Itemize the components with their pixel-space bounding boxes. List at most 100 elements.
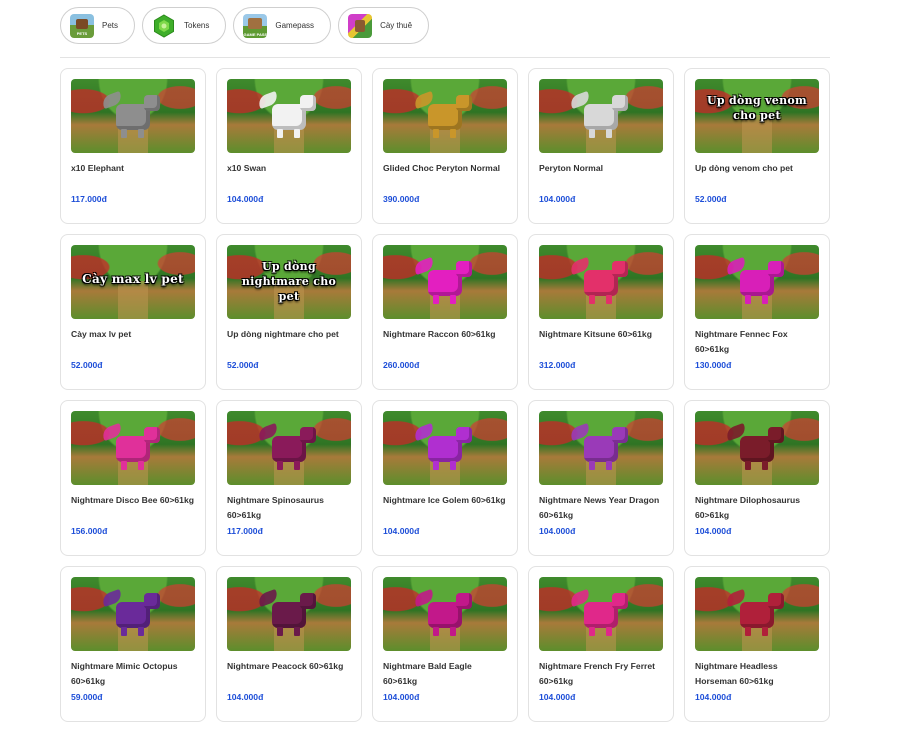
divider — [60, 57, 830, 58]
product-name[interactable]: Nightmare Mimic Octopus 60>61kg — [71, 659, 195, 689]
product-card[interactable]: Nightmare Mimic Octopus 60>61kg 59.000đ — [60, 566, 206, 722]
product-image — [539, 245, 663, 319]
product-banner-text: Up dòng nightmare cho pet — [241, 260, 337, 303]
product-price: 104.000đ — [539, 692, 576, 702]
tab-label: Cày thuê — [380, 21, 413, 30]
product-price: 104.000đ — [539, 194, 576, 204]
product-card[interactable]: Nightmare Spinosaurus 60>61kg 117.000đ — [216, 400, 362, 556]
product-price: 104.000đ — [695, 692, 732, 702]
gamepass-thumb-icon: GAME PASS — [243, 13, 268, 38]
pet-figure — [100, 423, 160, 471]
product-image: Up dòng venom cho pet — [695, 79, 819, 153]
product-card[interactable]: Nightmare News Year Dragon 60>61kg 104.00… — [528, 400, 674, 556]
pets-thumb-icon: PETS — [70, 13, 94, 38]
pet-figure — [256, 423, 316, 471]
product-price: 104.000đ — [695, 526, 732, 536]
product-name[interactable]: Peryton Normal — [539, 161, 663, 191]
product-image — [383, 411, 507, 485]
tab-tokens[interactable]: Tokens — [142, 7, 227, 44]
tab-cay-thue[interactable]: Cày thuê — [338, 7, 430, 44]
product-name[interactable]: Nightmare Fennec Fox 60>61kg — [695, 327, 819, 357]
tab-pets[interactable]: PETS Pets — [60, 7, 136, 44]
product-card[interactable]: Nightmare French Fry Ferret 60>61kg 104.0… — [528, 566, 674, 722]
product-card[interactable]: Nightmare Kitsune 60>61kg 312.000đ — [528, 234, 674, 390]
product-card[interactable]: Nightmare Headless Horseman 60>61kg 104.0… — [684, 566, 830, 722]
product-banner-text: Up dòng venom cho pet — [707, 94, 807, 122]
tab-label: Tokens — [184, 21, 210, 30]
product-image — [227, 411, 351, 485]
product-name[interactable]: Nightmare French Fry Ferret 60>61kg — [539, 659, 663, 689]
product-name[interactable]: Up dòng nightmare cho pet — [227, 327, 351, 357]
product-card[interactable]: Glided Choc Peryton Normal 390.000đ — [372, 68, 518, 224]
product-name[interactable]: Cày max lv pet — [71, 327, 195, 357]
product-price: 130.000đ — [695, 360, 732, 370]
product-card[interactable]: Peryton Normal 104.000đ — [528, 68, 674, 224]
product-name[interactable]: Nightmare Dilophosaurus 60>61kg — [695, 493, 819, 523]
product-image — [539, 411, 663, 485]
product-price: 104.000đ — [227, 692, 264, 702]
tab-gamepass[interactable]: GAME PASS Gamepass — [233, 7, 332, 44]
product-name[interactable]: Nightmare News Year Dragon 60>61kg — [539, 493, 663, 523]
product-name[interactable]: Nightmare Peacock 60>61kg — [227, 659, 351, 689]
product-image — [71, 79, 195, 153]
category-tabs: PETS Pets Tokens GAME PASS Gamepass Cày … — [60, 7, 430, 44]
product-image — [383, 79, 507, 153]
product-image — [695, 411, 819, 485]
product-card[interactable]: Nightmare Dilophosaurus 60>61kg 104.000đ — [684, 400, 830, 556]
product-name[interactable]: Nightmare Disco Bee 60>61kg — [71, 493, 195, 523]
product-image — [383, 577, 507, 651]
product-name[interactable]: x10 Swan — [227, 161, 351, 191]
pet-figure — [724, 423, 784, 471]
product-card[interactable]: Nightmare Disco Bee 60>61kg 156.000đ — [60, 400, 206, 556]
product-price: 59.000đ — [71, 692, 103, 702]
product-name[interactable]: x10 Elephant — [71, 161, 195, 191]
product-name[interactable]: Nightmare Kitsune 60>61kg — [539, 327, 663, 357]
product-name[interactable]: Nightmare Bald Eagle 60>61kg — [383, 659, 507, 689]
product-price: 104.000đ — [383, 526, 420, 536]
product-name[interactable]: Nightmare Spinosaurus 60>61kg — [227, 493, 351, 523]
pet-figure — [568, 257, 628, 305]
cay-thue-thumb-icon — [348, 13, 373, 38]
product-image: Up dòng nightmare cho pet — [227, 245, 351, 319]
product-name[interactable]: Nightmare Ice Golem 60>61kg — [383, 493, 507, 523]
product-price: 52.000đ — [695, 194, 727, 204]
pet-figure — [100, 91, 160, 139]
product-price: 52.000đ — [71, 360, 103, 370]
product-name[interactable]: Nightmare Raccon 60>61kg — [383, 327, 507, 357]
product-price: 52.000đ — [227, 360, 259, 370]
product-price: 312.000đ — [539, 360, 576, 370]
product-card[interactable]: Nightmare Ice Golem 60>61kg 104.000đ — [372, 400, 518, 556]
product-card[interactable]: Up dòng venom cho pet Up dòng venom cho p… — [684, 68, 830, 224]
product-price: 156.000đ — [71, 526, 108, 536]
product-price: 117.000đ — [227, 526, 263, 536]
product-image — [383, 245, 507, 319]
product-image — [695, 577, 819, 651]
product-name[interactable]: Glided Choc Peryton Normal — [383, 161, 507, 191]
product-image — [539, 577, 663, 651]
product-card[interactable]: Cày max lv pet Cày max lv pet 52.000đ — [60, 234, 206, 390]
product-card[interactable]: Nightmare Bald Eagle 60>61kg 104.000đ — [372, 566, 518, 722]
pet-figure — [412, 257, 472, 305]
pet-figure — [568, 589, 628, 637]
product-image — [695, 245, 819, 319]
product-card[interactable]: x10 Elephant 117.000đ — [60, 68, 206, 224]
product-price: 104.000đ — [539, 526, 576, 536]
pet-figure — [100, 589, 160, 637]
product-card[interactable]: Nightmare Fennec Fox 60>61kg 130.000đ — [684, 234, 830, 390]
pet-figure — [412, 589, 472, 637]
product-image: Cày max lv pet — [71, 245, 195, 319]
product-card[interactable]: Nightmare Peacock 60>61kg 104.000đ — [216, 566, 362, 722]
pet-figure — [412, 91, 472, 139]
product-image — [71, 577, 195, 651]
product-card[interactable]: x10 Swan 104.000đ — [216, 68, 362, 224]
product-image — [71, 411, 195, 485]
tab-label: Gamepass — [275, 21, 315, 30]
product-price: 117.000đ — [71, 194, 107, 204]
product-image — [227, 79, 351, 153]
product-card[interactable]: Up dòng nightmare cho pet Up dòng nightma… — [216, 234, 362, 390]
pet-figure — [256, 91, 316, 139]
product-name[interactable]: Up dòng venom cho pet — [695, 161, 819, 191]
product-name[interactable]: Nightmare Headless Horseman 60>61kg — [695, 659, 819, 689]
pet-figure — [256, 589, 316, 637]
product-card[interactable]: Nightmare Raccon 60>61kg 260.000đ — [372, 234, 518, 390]
